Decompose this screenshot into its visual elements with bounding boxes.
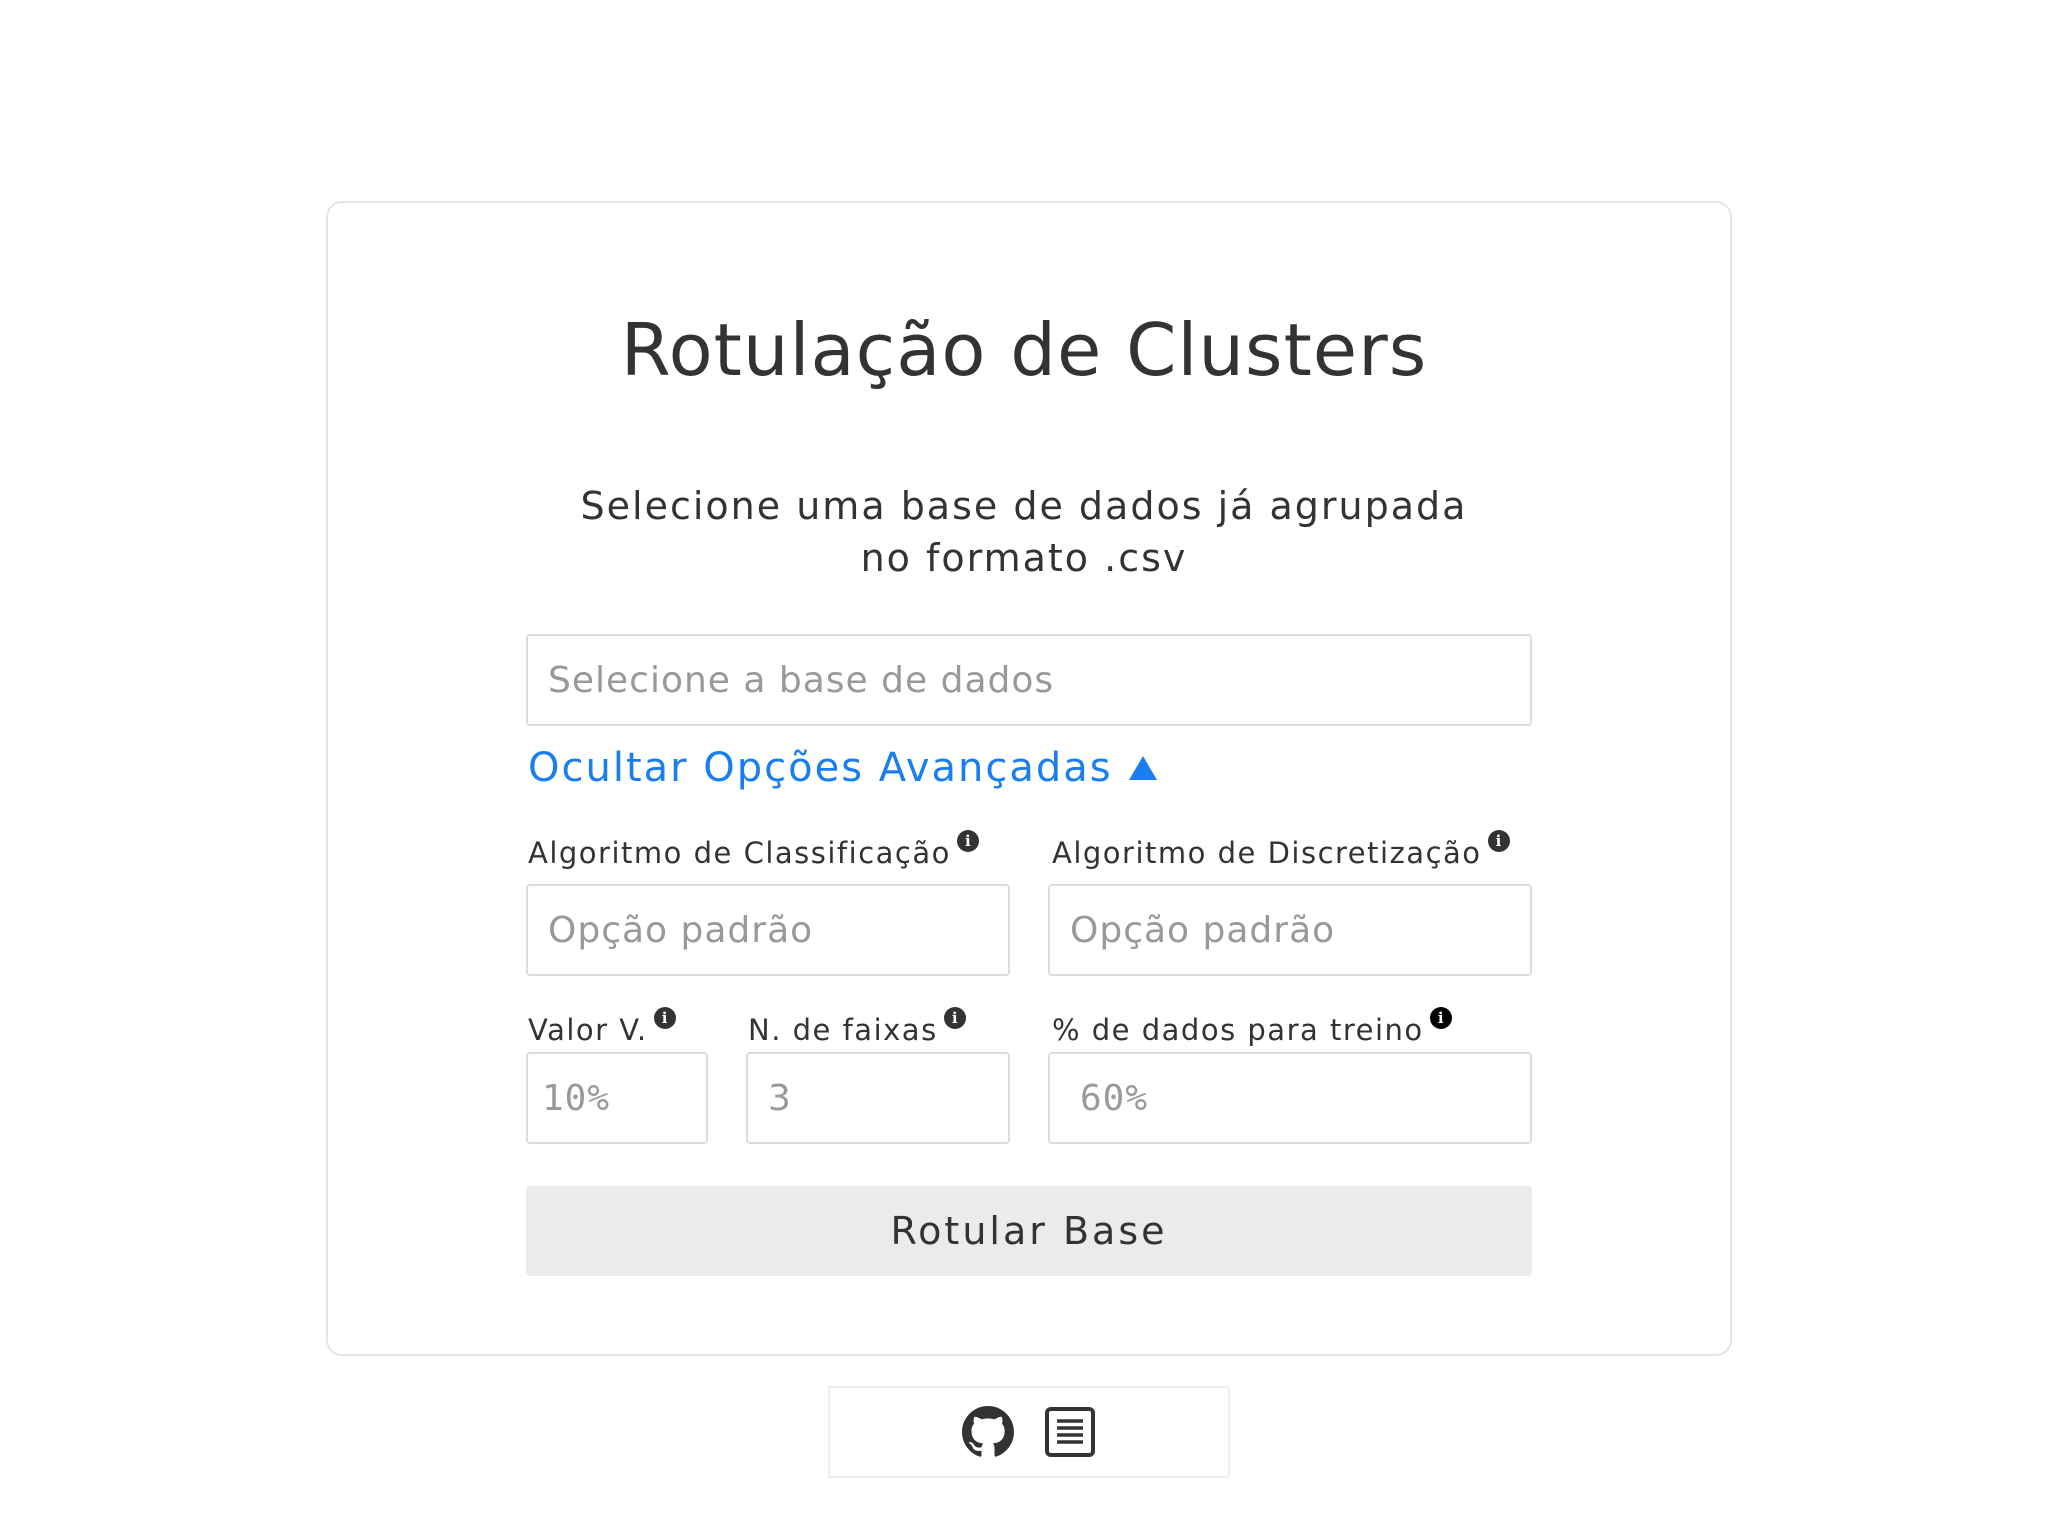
discretization-label: Algoritmo de Discretização i <box>1052 830 1510 870</box>
dataset-file-input[interactable]: Selecione a base de dados <box>526 634 1532 726</box>
faixas-label: N. de faixas i <box>748 1007 966 1047</box>
treino-input[interactable]: 60% <box>1048 1052 1532 1144</box>
discretization-placeholder: Opção padrão <box>1070 909 1336 951</box>
treino-label: % de dados para treino i <box>1052 1007 1452 1047</box>
classification-placeholder: Opção padrão <box>548 909 814 951</box>
advanced-options-toggle-label: Ocultar Opções Avançadas <box>528 745 1113 791</box>
discretization-select[interactable]: Opção padrão <box>1048 884 1532 976</box>
info-icon[interactable]: i <box>943 1007 966 1029</box>
rotular-base-button[interactable]: Rotular Base <box>526 1186 1532 1276</box>
faixas-input[interactable]: 3 <box>746 1052 1010 1144</box>
valor-v-label: Valor V. i <box>528 1007 676 1047</box>
info-icon[interactable]: i <box>956 830 979 852</box>
triangle-up-icon <box>1128 756 1157 780</box>
page-subtitle: Selecione uma base de dados já agrupada … <box>580 484 1468 580</box>
faixas-placeholder: 3 <box>768 1077 792 1119</box>
footer-links <box>828 1386 1230 1478</box>
page: Rotulação de Clusters Selecione uma base… <box>0 0 2048 1536</box>
valor-v-placeholder: 10% <box>542 1077 611 1119</box>
github-icon[interactable] <box>962 1406 1014 1458</box>
treino-placeholder: 60% <box>1080 1077 1149 1119</box>
classification-select[interactable]: Opção padrão <box>526 884 1010 976</box>
info-icon[interactable]: i <box>1487 830 1510 852</box>
info-icon[interactable]: i <box>1429 1007 1452 1029</box>
info-icon[interactable]: i <box>653 1007 676 1029</box>
page-title: Rotulação de Clusters <box>620 308 1428 392</box>
valor-v-input[interactable]: 10% <box>526 1052 708 1144</box>
advanced-options-toggle[interactable]: Ocultar Opções Avançadas <box>528 745 1157 791</box>
document-icon[interactable] <box>1044 1406 1096 1458</box>
dataset-file-placeholder: Selecione a base de dados <box>548 659 1055 701</box>
classification-label: Algoritmo de Classificação i <box>528 830 979 870</box>
